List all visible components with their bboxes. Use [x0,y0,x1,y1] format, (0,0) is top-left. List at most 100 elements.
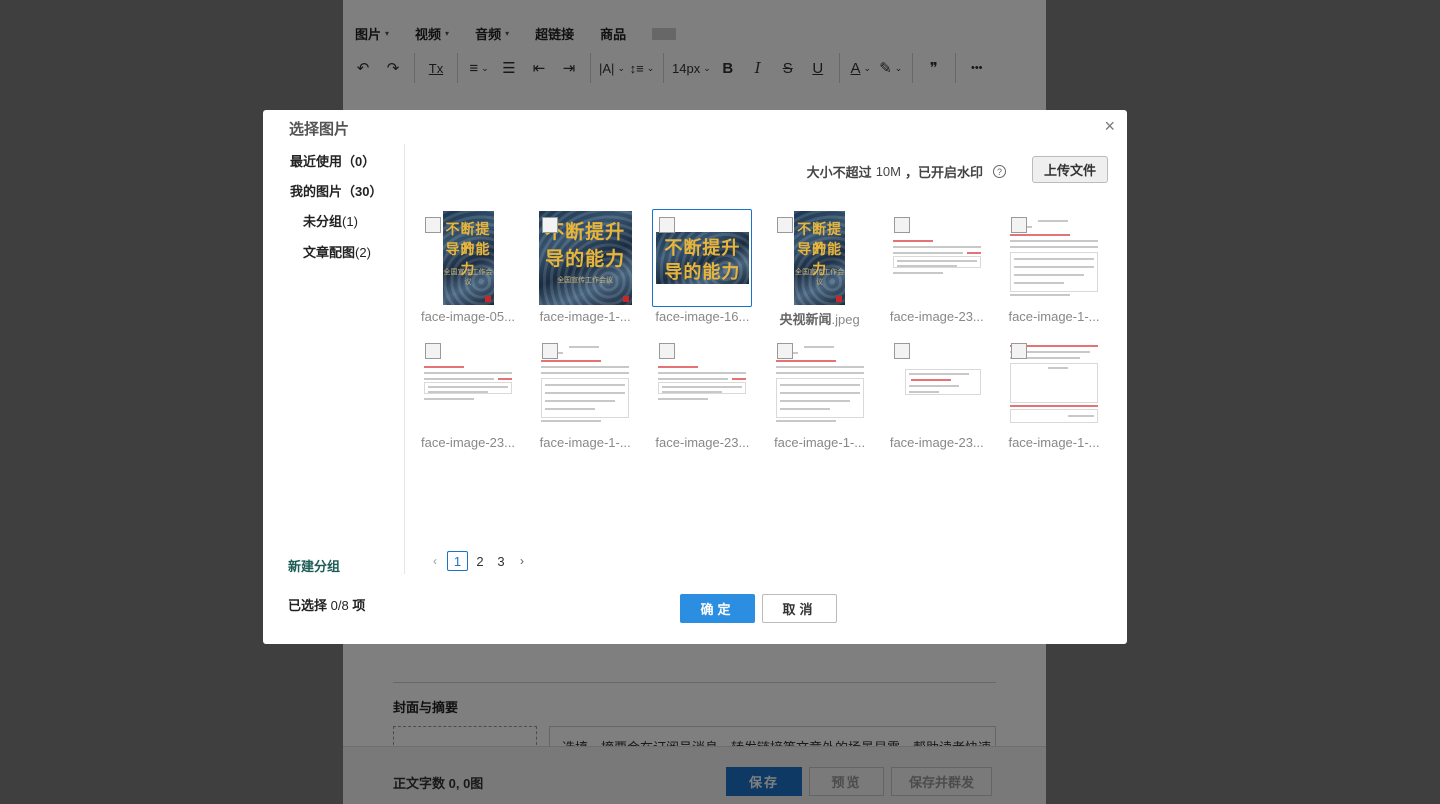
upload-note-watermark: ，已开启水印 [904,165,983,180]
screenshot-detail [658,398,709,400]
group-sidebar: 最近使用（0） 我的图片（30） 未分组(1) 文章配图(2) [263,144,405,574]
select-checkbox[interactable] [776,343,793,359]
select-checkbox[interactable] [659,343,676,359]
screenshot-detail [498,378,512,380]
screenshot-detail [658,378,729,380]
screenshot-detail [545,392,626,394]
select-checkbox[interactable] [893,217,910,233]
screenshot-detail [658,372,747,374]
image-tile[interactable]: face-image-23... [652,335,752,455]
screenshot-detail [1014,282,1064,284]
screenshot-detail [1010,234,1070,236]
upload-note-size: 10M [875,164,901,179]
image-filename: face-image-1-... [1008,435,1100,450]
selected-number: 0/8 [330,598,349,613]
screenshot-detail [541,372,630,374]
image-tile[interactable]: 不断提升 导的能力 全国宣传工作会议 face-image-05... [418,209,518,329]
image-filename: face-image-23... [889,309,984,324]
screenshot-detail [658,366,699,368]
book-cover-image: 不断提升 导的能力 全国宣传工作会议 [794,211,846,305]
selected-count: 已选择 0/8 项 [288,595,365,614]
screenshot-detail [896,265,957,267]
image-filename: face-image-1-... [1008,309,1100,324]
select-checkbox[interactable] [659,217,676,233]
upload-limit-note: 大小不超过 10M ，已开启水印 ? [807,162,1006,181]
help-icon[interactable]: ? [993,165,1006,178]
group-label: 文章配图 [303,245,356,260]
screenshot-detail [775,420,836,422]
select-checkbox[interactable] [425,217,441,233]
screenshot-detail [424,372,512,374]
prev-page-icon[interactable]: ‹ [426,551,444,571]
select-checkbox[interactable] [542,217,559,233]
screenshot-detail [1048,367,1068,369]
screenshot-detail [541,360,602,362]
select-checkbox[interactable] [542,343,559,359]
upload-file-button[interactable]: 上传文件 [1032,156,1108,183]
screenshot-detail [779,400,850,402]
screenshot-detail [892,272,943,274]
screenshot-detail [775,360,836,362]
cover-title-line: 不断提升 [664,238,741,259]
new-group-link[interactable]: 新建分组 [288,556,340,575]
image-tile[interactable]: face-image-23... [887,335,987,455]
cover-logo-mark [622,296,629,302]
image-filename: 央视新闻.jpeg [770,309,870,328]
screenshot-detail [1068,415,1094,417]
sidebar-item-ungrouped[interactable]: 未分组(1) [303,211,358,230]
close-icon[interactable]: × [1104,116,1115,136]
screenshot-detail [910,379,951,381]
image-filename: face-image-23... [655,435,750,450]
cover-subtitle: 全国宣传工作会议 [795,269,845,286]
screenshot-detail [966,252,981,254]
page-number[interactable]: 3 [492,551,510,571]
screenshot-detail [662,386,743,388]
dialog-title: 选择图片 [289,121,350,138]
image-filename: face-image-16... [655,309,750,324]
sidebar-item-recent[interactable]: 最近使用（0） [290,151,375,170]
image-filename: face-image-23... [889,435,984,450]
image-tile[interactable]: 不断提升 导的能力 face-image-16... [652,209,753,329]
page-number[interactable]: 1 [447,551,468,571]
select-checkbox[interactable] [776,217,793,233]
selected-label: 已选择 [288,598,328,613]
screenshot-detail [779,392,860,394]
pagination: ‹ 1 2 3 › [426,551,531,571]
screenshot-detail [424,378,494,380]
screenshot-detail [541,420,602,422]
image-tile[interactable]: face-image-23... [887,209,987,329]
image-tile[interactable]: face-image-1-... [1004,335,1104,455]
image-tile[interactable]: face-image-1-... [535,335,635,455]
image-tile[interactable]: face-image-23... [418,335,518,455]
screenshot-detail [732,378,747,380]
next-page-icon[interactable]: › [513,551,531,571]
book-cover-image: 不断提升 导的能力 全国宣传工作会议 [442,211,494,305]
screenshot-detail [541,366,630,368]
cover-logo-mark [836,296,843,302]
screenshot-detail [424,398,474,400]
group-count: (1) [342,214,358,229]
sidebar-item-my-images[interactable]: 我的图片（30） [290,181,382,200]
image-tile[interactable]: 不断提升 导的能力 全国宣传工作会议 face-image-1-... [535,209,635,329]
screenshot-detail [545,384,626,386]
screenshot-detail [1014,266,1094,268]
image-tile[interactable]: 不断提升 导的能力 全国宣传工作会议央视新闻.jpeg [770,209,870,329]
screenshot-detail [1010,240,1098,242]
select-checkbox[interactable] [1011,217,1027,233]
select-checkbox[interactable] [893,343,910,359]
select-checkbox[interactable] [425,343,441,359]
group-label: 未分组 [303,214,343,229]
page-number[interactable]: 2 [471,551,489,571]
image-tile[interactable]: face-image-1-... [1004,209,1104,329]
screenshot-image [890,367,983,401]
cancel-button[interactable]: 取消 [762,594,837,623]
screenshot-detail [1038,220,1068,222]
image-tile[interactable]: face-image-1-... [770,335,870,455]
select-checkbox[interactable] [1011,343,1027,359]
sidebar-item-article-images[interactable]: 文章配图(2) [303,242,371,261]
screenshot-detail [896,260,977,262]
image-filename: face-image-1-... [774,435,866,450]
confirm-button[interactable]: 确定 [680,594,755,623]
screenshot-detail [779,384,860,386]
image-filename: face-image-1-... [539,435,631,450]
